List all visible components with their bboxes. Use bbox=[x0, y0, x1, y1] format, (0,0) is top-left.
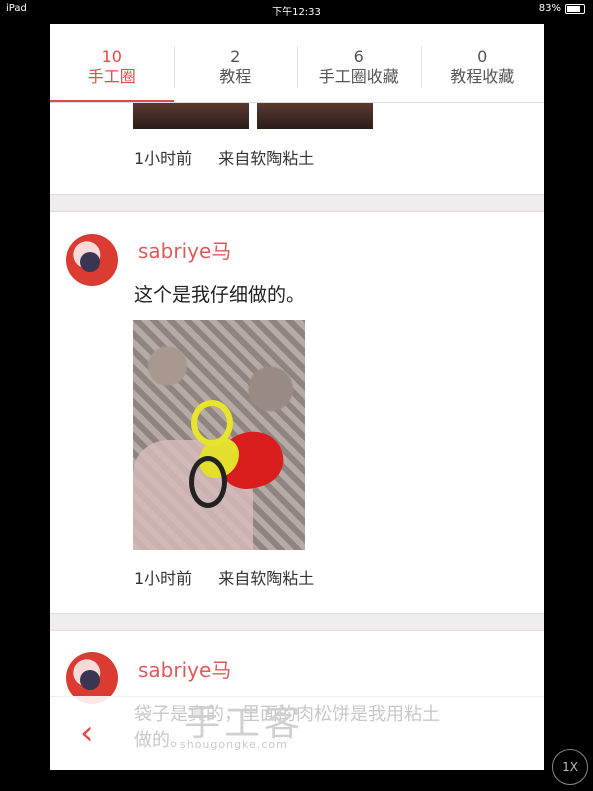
clock: 下午12:33 bbox=[272, 7, 321, 18]
tab-circle-favorites[interactable]: 6 手工圈收藏 bbox=[297, 24, 421, 102]
tab-label: 教程 bbox=[219, 67, 252, 86]
tab-label: 手工圈收藏 bbox=[318, 67, 399, 86]
status-bar: iPad 下午12:33 83% bbox=[0, 0, 593, 18]
app-screen: 10 手工圈 2 教程 6 手工圈收藏 0 教程收藏 1小时前 来自软陶粘土 sa… bbox=[50, 24, 544, 770]
tab-tutorials[interactable]: 2 教程 bbox=[173, 24, 298, 102]
post-image[interactable] bbox=[133, 103, 249, 129]
post-meta: 1小时前 来自软陶粘土 bbox=[134, 565, 314, 589]
tab-count: 10 bbox=[101, 47, 122, 66]
tab-count: 6 bbox=[353, 47, 364, 66]
tab-tutorial-favorites[interactable]: 0 教程收藏 bbox=[420, 24, 545, 102]
post-text: 这个是我仔细做的。 bbox=[134, 284, 306, 306]
post-divider bbox=[50, 613, 544, 631]
status-right: 83% bbox=[539, 3, 585, 14]
username[interactable]: sabriye马 bbox=[138, 654, 231, 683]
tab-label: 教程收藏 bbox=[450, 67, 515, 86]
chevron-left-icon[interactable]: ‹ bbox=[80, 713, 94, 753]
previous-post-images[interactable] bbox=[133, 103, 373, 129]
post-image[interactable] bbox=[257, 103, 373, 129]
post-time: 1小时前 bbox=[134, 149, 193, 168]
tab-label: 手工圈 bbox=[87, 67, 136, 86]
tab-handcraft-circle[interactable]: 10 手工圈 bbox=[50, 24, 174, 102]
tab-count: 0 bbox=[477, 47, 488, 66]
tab-count: 2 bbox=[230, 47, 241, 66]
post-time: 1小时前 bbox=[134, 569, 193, 588]
post-source[interactable]: 来自软陶粘土 bbox=[218, 569, 314, 588]
battery-icon bbox=[565, 3, 585, 14]
zoom-button[interactable]: 1X bbox=[552, 749, 588, 785]
username[interactable]: sabriye马 bbox=[138, 235, 231, 264]
post-meta: 1小时前 来自软陶粘土 bbox=[134, 145, 314, 169]
battery-percent: 83% bbox=[538, 3, 561, 14]
tab-bar: 10 手工圈 2 教程 6 手工圈收藏 0 教程收藏 bbox=[50, 24, 544, 103]
post-divider bbox=[50, 194, 544, 212]
post-source[interactable]: 来自软陶粘土 bbox=[218, 149, 314, 168]
watermark-url: shougongke.com bbox=[180, 738, 288, 751]
post-photo[interactable] bbox=[133, 320, 305, 550]
avatar[interactable] bbox=[66, 234, 118, 286]
